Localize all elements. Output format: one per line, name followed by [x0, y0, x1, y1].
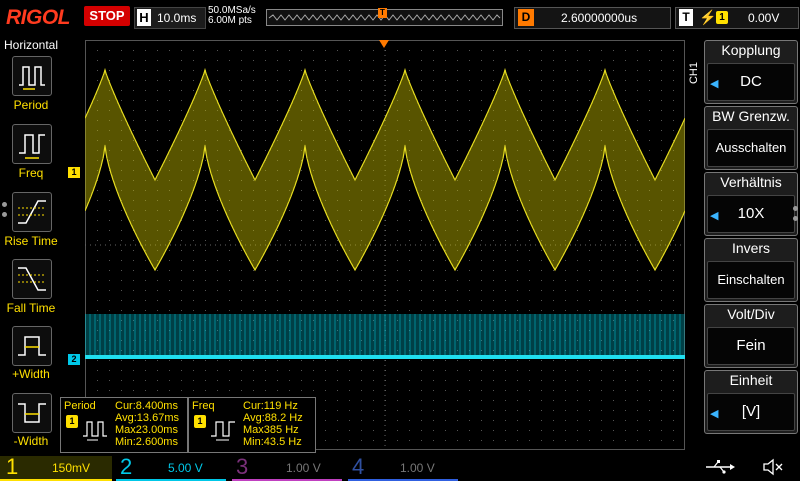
- measurement-channel: 1: [66, 415, 78, 428]
- ch2-offset-marker[interactable]: 2: [68, 354, 80, 365]
- measurement-name: Freq: [192, 400, 215, 412]
- channel-4-scale: 1.00 V: [400, 461, 435, 475]
- measurement-maximum: Max23.00ms: [115, 424, 178, 436]
- volt-div-title: Volt/Div: [727, 306, 775, 322]
- coupling-value: DC: [707, 63, 795, 101]
- delay-value: 2.60000000us: [561, 11, 638, 25]
- menu-page-dot: [793, 206, 798, 211]
- probe-ratio-button[interactable]: Verhältnis 10X ◀: [704, 172, 798, 236]
- trigger-box[interactable]: T ⚡ 1 0.00V: [675, 7, 799, 29]
- period-icon: [19, 66, 45, 90]
- coupling-title: Kopplung: [721, 42, 781, 58]
- menu-page-dot: [2, 212, 7, 217]
- trigger-level: 0.00V: [748, 11, 780, 25]
- run-stop-indicator[interactable]: STOP: [84, 6, 130, 26]
- negative-width-label: -Width: [13, 434, 49, 448]
- measurement-channel: 1: [194, 415, 206, 428]
- select-arrow-icon: ◀: [710, 210, 719, 222]
- freq-measurement-box: Freq 1 Cur:119 Hz Avg:88.2 Hz Max385 Hz …: [188, 397, 316, 453]
- waveform-display[interactable]: [84, 40, 686, 450]
- fall-time-icon: [18, 267, 46, 291]
- rising-edge-icon: ⚡: [699, 9, 717, 25]
- trigger-time-marker[interactable]: [379, 40, 389, 48]
- period-measure-button[interactable]: [12, 56, 52, 96]
- frequency-icon: [211, 421, 235, 441]
- measurement-current: Cur:8.400ms: [115, 400, 178, 412]
- positive-width-icon: [18, 336, 46, 356]
- bandwidth-limit-title: BW Grenzw.: [712, 108, 790, 124]
- menu-page-dot: [2, 202, 7, 207]
- acquisition-info: 50.0MSa/s 6.00M pts: [208, 6, 256, 26]
- speaker-muted-icon[interactable]: [762, 458, 784, 476]
- measurement-minimum: Min:43.5 Hz: [243, 436, 302, 448]
- bandwidth-limit-button[interactable]: BW Grenzw. Ausschalten: [704, 106, 798, 170]
- brand-logo: RIGOL: [6, 6, 71, 29]
- timebase-value: 10.0ms: [157, 11, 197, 25]
- measure-menu-title: Horizontal: [3, 38, 59, 52]
- probe-ratio-title: Verhältnis: [720, 174, 782, 190]
- negative-width-measure-button[interactable]: [12, 393, 52, 433]
- measurement-current: Cur:119 Hz: [243, 400, 298, 412]
- volt-div-button[interactable]: Volt/Div Fein: [704, 304, 798, 368]
- channel-2-number: 2: [120, 454, 133, 479]
- period-measurement-box: Period 1 Cur:8.400ms Avg:13.67ms Max23.0…: [60, 397, 188, 453]
- rise-time-icon: [18, 200, 46, 224]
- timebase-box[interactable]: H 10.0ms: [134, 7, 206, 29]
- volt-div-value: Fein: [707, 327, 795, 365]
- rise-time-measure-button[interactable]: [12, 192, 52, 232]
- fall-time-measure-button[interactable]: [12, 259, 52, 299]
- coupling-button[interactable]: Kopplung DC ◀: [704, 40, 798, 104]
- horizontal-key: H: [137, 9, 151, 26]
- menu-page-dot: [793, 216, 798, 221]
- trigger-key: T: [679, 9, 693, 26]
- measurement-name: Period: [64, 400, 96, 412]
- channel-2-scale: 5.00 V: [168, 461, 203, 475]
- measurement-average: Avg:88.2 Hz: [243, 412, 303, 424]
- unit-button[interactable]: Einheit [V] ◀: [704, 370, 798, 434]
- period-icon: [83, 421, 107, 441]
- memory-depth: 6.00M pts: [208, 15, 252, 26]
- invert-value: Einschalten: [707, 261, 795, 299]
- negative-width-icon: [18, 403, 46, 423]
- channel-1-number: 1: [6, 454, 19, 479]
- measurement-maximum: Max385 Hz: [243, 424, 299, 436]
- frequency-icon: [19, 134, 45, 159]
- rise-time-label: Rise Time: [4, 234, 58, 248]
- delay-box[interactable]: D 2.60000000us: [514, 7, 671, 29]
- fall-time-label: Fall Time: [6, 301, 56, 315]
- positive-width-measure-button[interactable]: [12, 326, 52, 366]
- freq-measure-button[interactable]: [12, 124, 52, 164]
- select-arrow-icon: ◀: [710, 408, 719, 420]
- channel-1-scale: 150mV: [52, 461, 91, 475]
- channel-4-number: 4: [352, 454, 365, 479]
- bandwidth-limit-value: Ausschalten: [707, 129, 795, 167]
- invert-title: Invers: [731, 240, 771, 256]
- measurement-minimum: Min:2.600ms: [115, 436, 178, 448]
- channel-3-scale: 1.00 V: [286, 461, 321, 475]
- graticule: [84, 40, 686, 450]
- channel-menu-title: CH1: [688, 62, 700, 85]
- trigger-source: 1: [716, 11, 728, 24]
- unit-value: [V]: [707, 393, 795, 431]
- measurement-average: Avg:13.67ms: [115, 412, 180, 424]
- period-label: Period: [13, 98, 49, 112]
- usb-icon: [702, 458, 736, 476]
- invert-button[interactable]: Invers Einschalten: [704, 238, 798, 302]
- delay-key: D: [518, 9, 534, 26]
- probe-ratio-value: 10X: [707, 195, 795, 233]
- trigger-position-marker[interactable]: T: [378, 8, 387, 18]
- channel-3-number: 3: [236, 454, 249, 479]
- freq-label: Freq: [18, 166, 44, 180]
- positive-width-label: +Width: [12, 367, 50, 381]
- select-arrow-icon: ◀: [710, 78, 719, 90]
- unit-title: Einheit: [729, 372, 773, 388]
- ch1-offset-marker[interactable]: 1: [68, 167, 80, 178]
